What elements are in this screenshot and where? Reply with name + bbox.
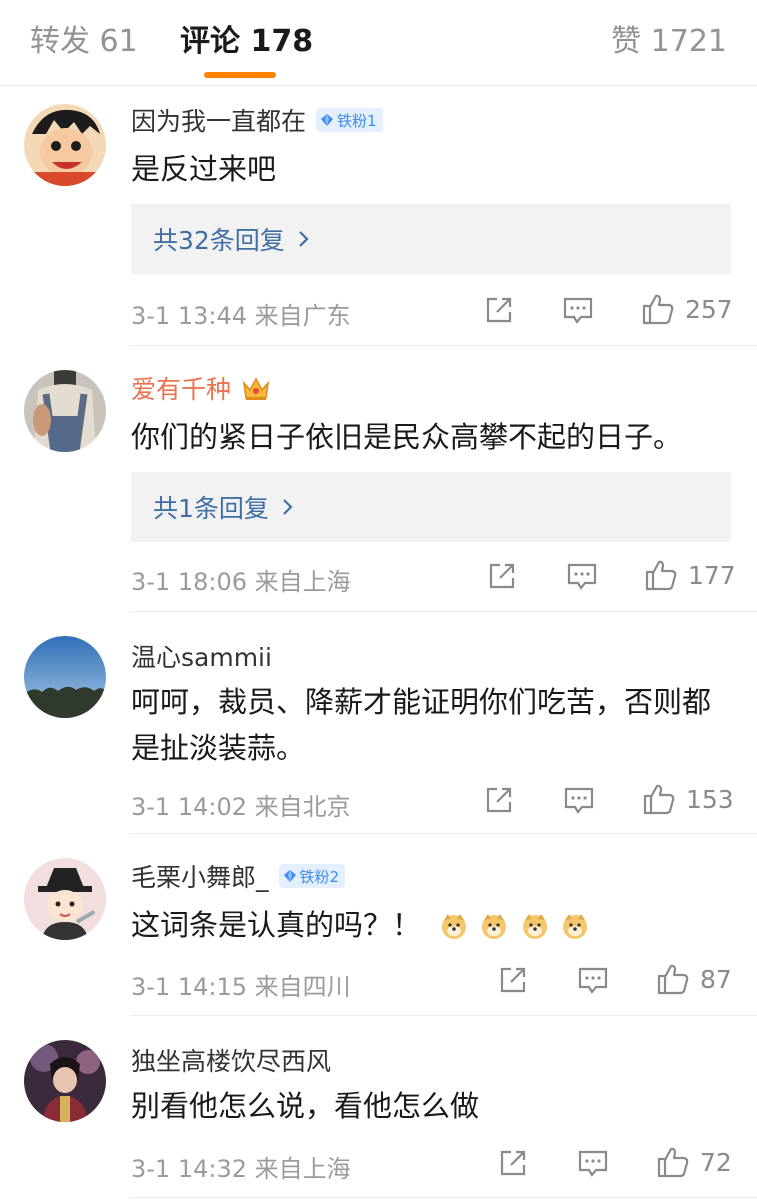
comment-item: 因为我一直都在 铁粉1 是反过来吧 共32条回复 3-1 13:44 来自广东 … (0, 86, 757, 346)
divider (130, 1197, 757, 1198)
share-button[interactable] (483, 784, 515, 816)
tab-repost[interactable]: 转发 61 (30, 22, 138, 62)
fan-badge-label: 铁粉1 (337, 111, 377, 130)
comment-location: 来自四川 (254, 973, 351, 1001)
comment-item: 独坐高楼饮尽西风 别看他怎么说，看他怎么做 3-1 14:32 来自上海 72 (0, 1016, 757, 1200)
comment-meta: 3-1 14:15 来自四川 (131, 967, 351, 1002)
emoji-group (440, 908, 592, 942)
comment-meta: 3-1 14:02 来自北京 (131, 787, 351, 822)
diamond-icon (283, 870, 296, 882)
comment-text: 你们的紧日子依旧是民众高攀不起的日子。 (131, 420, 683, 454)
like-count: 177 (688, 560, 736, 590)
tab-like[interactable]: 赞 1721 (611, 22, 727, 62)
comment-text: 别看他怎么说，看他怎么做 (131, 1089, 480, 1123)
share-icon (500, 1150, 526, 1176)
thumbs-up-icon (642, 294, 674, 325)
comment-item: 温心sammii 呵呵，裁员、降薪才能证明你们吃苦，否则都是扯淡装蒜。 3-1 … (0, 612, 757, 834)
username[interactable]: 独坐高楼饮尽西风 (131, 1042, 331, 1078)
comment-time: 3-1 14:15 (131, 973, 247, 1001)
active-tab-indicator (204, 72, 276, 78)
thumbs-up-icon (657, 1147, 689, 1178)
comment-text: 是反过来吧 (131, 152, 277, 186)
username[interactable]: 因为我一直都在 (131, 102, 306, 138)
comment-location: 来自上海 (254, 1155, 351, 1183)
reply-summary[interactable]: 共1条回复 (131, 472, 731, 542)
share-button[interactable] (486, 560, 518, 592)
comment-text: 呵呵，裁员、降薪才能证明你们吃苦，否则都是扯淡装蒜。 (131, 685, 712, 765)
fan-badge: 铁粉1 (316, 108, 383, 132)
reply-summary[interactable]: 共32条回复 (131, 204, 731, 274)
reply-button[interactable] (563, 784, 595, 816)
comment-icon (563, 297, 593, 324)
reply-button[interactable] (566, 560, 598, 592)
reply-button[interactable] (562, 294, 594, 326)
like-button[interactable]: 153 (642, 782, 734, 816)
comment-icon (578, 1150, 608, 1177)
share-button[interactable] (497, 964, 529, 996)
like-count: 87 (700, 964, 732, 994)
comment-time: 3-1 14:02 (131, 793, 247, 821)
like-count: 72 (700, 1147, 732, 1177)
crown-icon (242, 377, 270, 400)
game-character-avatar[interactable] (24, 1040, 106, 1122)
comment-time: 3-1 18:06 (131, 568, 247, 596)
username[interactable]: 爱有千种 (131, 370, 231, 406)
doge-emoji (482, 914, 507, 939)
share-icon (486, 297, 512, 323)
comment-location: 来自北京 (254, 793, 351, 821)
fan-badge-label: 铁粉2 (299, 867, 340, 886)
chevron-right-icon (299, 231, 309, 247)
thumbs-up-icon (643, 784, 675, 815)
share-icon (500, 967, 526, 993)
comment-meta: 3-1 18:06 来自上海 (131, 562, 351, 597)
like-count: 153 (686, 784, 734, 814)
sky-landscape-avatar[interactable] (24, 636, 106, 718)
like-count: 257 (685, 294, 733, 324)
comment-meta: 3-1 14:32 来自上海 (131, 1149, 351, 1184)
like-button[interactable]: 72 (656, 1145, 732, 1179)
doge-emoji (522, 914, 547, 939)
tab-comment[interactable]: 评论 178 (180, 22, 313, 62)
like-button[interactable]: 257 (641, 292, 733, 326)
person-photo-avatar[interactable] (24, 370, 106, 452)
chevron-right-icon (283, 499, 293, 515)
comment-tabs: 转发 61 评论 178 赞 1721 (0, 0, 757, 86)
diamond-icon (321, 114, 334, 126)
share-icon (486, 787, 512, 813)
comment-item: 爱有千种 你们的紧日子依旧是民众高攀不起的日子。 共1条回复 3-1 18:06… (0, 346, 757, 612)
reply-button[interactable] (577, 1147, 609, 1179)
cartoon-boy-avatar[interactable] (24, 104, 106, 186)
comment-text: 这词条是认真的吗？！ (131, 902, 731, 948)
doge-emoji (442, 914, 467, 939)
comment-location: 来自上海 (254, 568, 351, 596)
like-button[interactable]: 87 (656, 962, 732, 996)
like-button[interactable]: 177 (644, 558, 736, 592)
fan-badge: 铁粉2 (278, 864, 346, 888)
cartoon-hat-avatar[interactable] (24, 858, 106, 940)
doge-emoji (562, 914, 587, 939)
reply-count-link[interactable]: 共32条回复 (153, 221, 285, 257)
share-button[interactable] (497, 1147, 529, 1179)
thumbs-up-icon (645, 560, 677, 591)
comment-icon (564, 787, 594, 814)
comment-meta: 3-1 13:44 来自广东 (131, 296, 351, 331)
share-icon (489, 563, 515, 589)
share-button[interactable] (483, 294, 515, 326)
comment-item: 毛栗小舞郎_ 铁粉2 这词条是认真的吗？！ 3-1 14:15 来自四川 87 (0, 834, 757, 1016)
username[interactable]: 毛栗小舞郎_ (131, 858, 269, 894)
comment-location: 来自广东 (254, 302, 351, 330)
reply-count-link[interactable]: 共1条回复 (153, 489, 269, 525)
comment-icon (567, 563, 597, 590)
thumbs-up-icon (657, 964, 689, 995)
username[interactable]: 温心sammii (131, 638, 272, 674)
comment-text-content: 这词条是认真的吗？！ (131, 908, 422, 942)
comment-time: 3-1 13:44 (131, 302, 247, 330)
reply-button[interactable] (577, 964, 609, 996)
comment-time: 3-1 14:32 (131, 1155, 247, 1183)
comment-icon (578, 967, 608, 994)
